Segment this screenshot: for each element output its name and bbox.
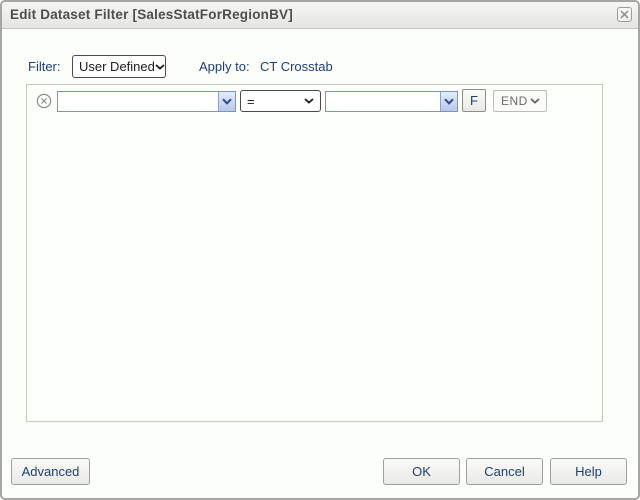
chevron-down-icon bbox=[155, 63, 165, 70]
logic-operator-select[interactable]: END bbox=[493, 90, 547, 112]
filter-label: Filter: bbox=[28, 59, 61, 74]
edit-dataset-filter-dialog: Edit Dataset Filter [SalesStatForRegionB… bbox=[0, 0, 640, 500]
help-button[interactable]: Help bbox=[550, 458, 627, 485]
formula-button[interactable]: F bbox=[462, 89, 486, 112]
filter-type-select[interactable]: User Defined bbox=[72, 55, 166, 78]
filter-type-value: User Defined bbox=[79, 59, 155, 74]
dialog-titlebar: Edit Dataset Filter [SalesStatForRegionB… bbox=[2, 2, 638, 29]
logic-operator-value: END bbox=[501, 94, 528, 108]
chevron-down-icon bbox=[304, 98, 314, 104]
ok-button[interactable]: OK bbox=[383, 458, 460, 485]
filter-conditions-panel: = F END bbox=[26, 84, 603, 422]
value-combo[interactable] bbox=[325, 91, 458, 112]
dialog-title: Edit Dataset Filter [SalesStatForRegionB… bbox=[10, 7, 293, 22]
operator-value: = bbox=[247, 93, 255, 109]
close-icon bbox=[620, 10, 629, 19]
close-button[interactable] bbox=[617, 7, 632, 22]
circle-x-icon bbox=[36, 93, 51, 108]
apply-to-label: Apply to: bbox=[199, 59, 250, 74]
chevron-down-icon bbox=[530, 98, 540, 104]
apply-to-value: CT Crosstab bbox=[260, 59, 333, 74]
advanced-button[interactable]: Advanced bbox=[11, 458, 90, 485]
remove-condition-button[interactable] bbox=[35, 92, 52, 109]
chevron-down-icon[interactable] bbox=[440, 92, 457, 111]
chevron-down-icon[interactable] bbox=[218, 92, 235, 111]
cancel-button[interactable]: Cancel bbox=[466, 458, 543, 485]
field-combo[interactable] bbox=[57, 91, 236, 112]
operator-select[interactable]: = bbox=[240, 90, 321, 112]
